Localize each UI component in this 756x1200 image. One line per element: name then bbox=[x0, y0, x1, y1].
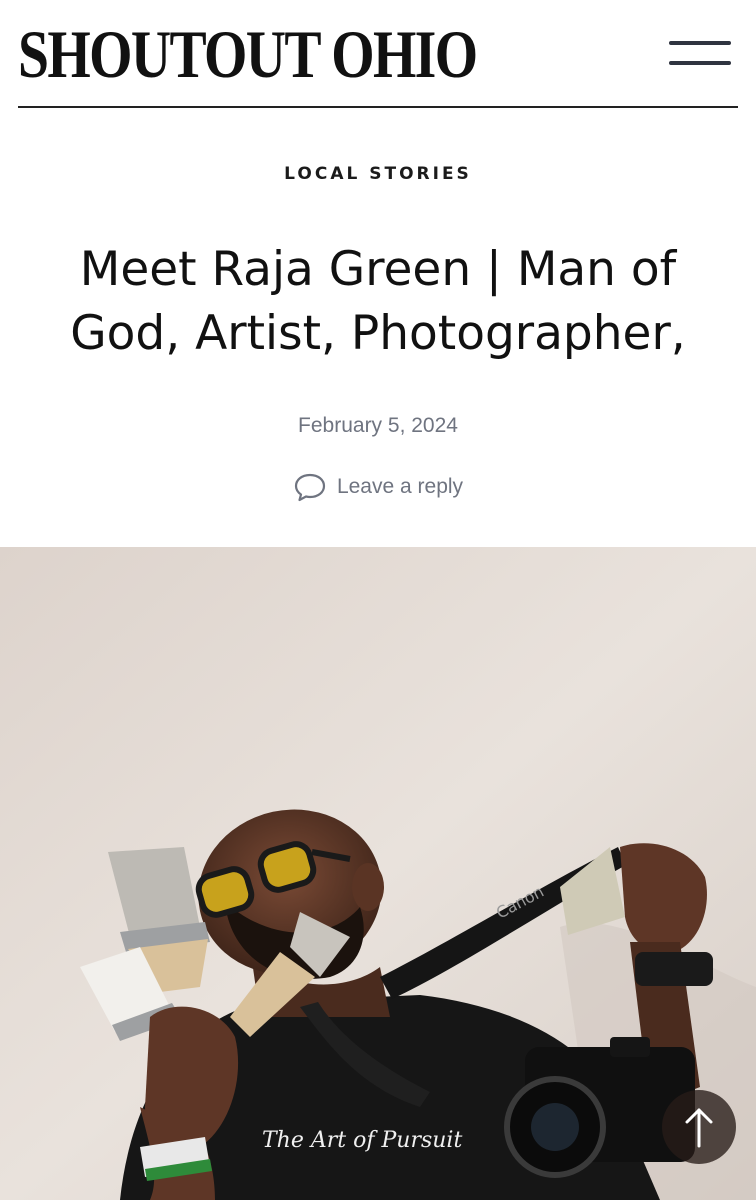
arrow-up-icon bbox=[685, 1108, 713, 1148]
post-date[interactable]: February 5, 2024 bbox=[0, 414, 756, 438]
category-link[interactable]: LOCAL STORIES bbox=[0, 164, 756, 184]
site-logo[interactable]: SHOUTOUT OHIO bbox=[18, 14, 478, 94]
shirt-print-text: The Art of Pursuit bbox=[262, 1128, 462, 1153]
header-divider bbox=[18, 106, 738, 108]
article-title: Meet Raja Green | Man of God, Artist, Ph… bbox=[70, 242, 686, 361]
leave-reply-link[interactable]: Leave a reply bbox=[0, 470, 756, 504]
back-to-top-button[interactable] bbox=[662, 1090, 736, 1164]
comment-bubble-icon bbox=[294, 473, 326, 502]
leave-reply-label: Leave a reply bbox=[336, 475, 464, 498]
portrait-illustration: The Art of Pursuit Canon bbox=[0, 547, 756, 1200]
hamburger-menu-icon bbox=[669, 41, 731, 45]
featured-image: The Art of Pursuit Canon bbox=[0, 547, 756, 1200]
site-header: SHOUTOUT OHIO bbox=[0, 0, 756, 110]
menu-button[interactable] bbox=[664, 36, 734, 72]
